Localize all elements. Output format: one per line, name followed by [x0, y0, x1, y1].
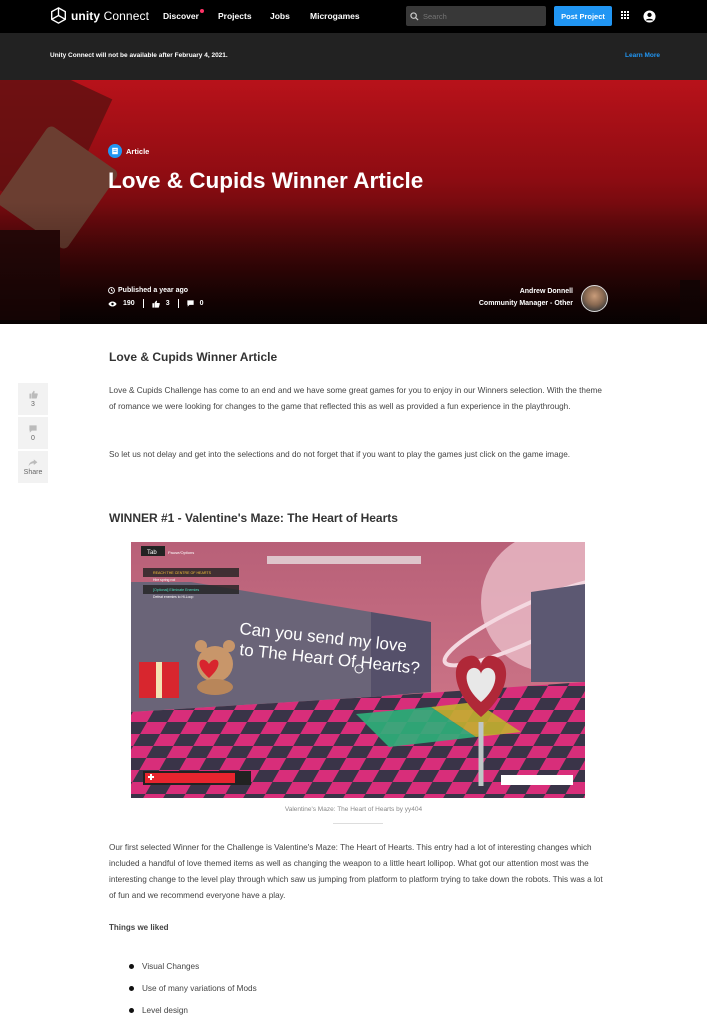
learn-more-link[interactable]: Learn More: [625, 52, 660, 59]
bullet-icon: [129, 985, 134, 991]
logo-product: Connect: [103, 8, 150, 23]
image-caption: Valentine's Maze: The Heart of Hearts by…: [284, 806, 423, 813]
caption-divider: [333, 823, 383, 824]
article-stats: 190 3 0: [108, 299, 204, 308]
objective-2-sub: Defeat enemies to Hi-Loop: [153, 595, 193, 599]
logo-brand: unity: [71, 8, 101, 23]
share-icon: [28, 458, 38, 466]
winner-description: Our first selected Winner for the Challe…: [109, 843, 603, 900]
unity-logo-icon: [51, 7, 66, 24]
objective-1: REACH THE CENTRE OF HEARTS: [153, 571, 212, 575]
comments-stat: 0: [186, 300, 204, 307]
intro-paragraph: Love & Cupids Challenge has come to an e…: [109, 386, 602, 411]
list-item: Visual Changes: [129, 955, 257, 977]
like-count: 3: [31, 401, 35, 408]
game-screenshot[interactable]: Can you send my love to The Heart Of Hea…: [131, 542, 585, 798]
announcement-text: Unity Connect will not be available afte…: [50, 52, 228, 59]
share-button[interactable]: Share: [18, 451, 48, 483]
nav-discover[interactable]: Discover: [163, 9, 204, 21]
side-actions: 3 0 Share: [18, 383, 48, 485]
comment-button[interactable]: 0: [18, 417, 48, 449]
list-item: Level design: [129, 999, 257, 1021]
winner-heading: WINNER #1 - Valentine's Maze: The Heart …: [109, 511, 398, 525]
nav-microgames[interactable]: Microgames: [310, 11, 360, 21]
published-text: Published a year ago: [118, 287, 189, 294]
likes-count: 3: [165, 300, 170, 307]
nav-projects[interactable]: Projects: [218, 11, 252, 21]
comment-count: 0: [31, 434, 35, 442]
likes-stat: 3: [152, 300, 170, 308]
things-liked-heading: Things we liked: [109, 923, 169, 932]
eye-icon: [108, 300, 117, 307]
page-title: Love & Cupids Winner Article: [108, 168, 424, 193]
author-name[interactable]: Andrew Donnell: [520, 288, 573, 295]
objective-1-sub: Hire spring rod: [153, 578, 175, 582]
apps-grid-icon[interactable]: [621, 11, 629, 19]
share-label: Share: [23, 468, 43, 476]
published-info: Published a year ago: [108, 287, 188, 294]
liked-list: Visual Changes Use of many variations of…: [129, 955, 257, 1021]
thumbs-up-icon: [152, 300, 160, 308]
comments-count: 0: [199, 300, 204, 307]
search-box[interactable]: [406, 6, 546, 26]
divider: [177, 299, 179, 308]
bullet-icon: [129, 1007, 134, 1013]
comment-icon: [29, 424, 37, 433]
tab-hint: Pause/Options: [168, 550, 194, 555]
announcement-bar: Unity Connect will not be available afte…: [0, 33, 707, 80]
objective-2: [Optional] Eliminate Enemies: [153, 588, 199, 592]
comment-icon: [186, 300, 194, 307]
notification-dot: [199, 9, 204, 13]
search-input[interactable]: [423, 11, 533, 21]
article-icon: [108, 144, 122, 158]
clock-icon: [108, 287, 115, 294]
account-icon[interactable]: [643, 10, 656, 23]
search-icon: [410, 11, 419, 21]
tab-key: Tab: [147, 550, 157, 556]
views-count: 190: [123, 300, 135, 307]
author-role: Community Manager - Other: [478, 300, 573, 307]
game-scene: Can you send my love to The Heart Of Hea…: [131, 542, 585, 798]
unity-connect-logo[interactable]: unity Connect: [50, 7, 149, 24]
bullet-icon: [129, 963, 134, 969]
list-item: Use of many variations of Mods: [129, 977, 257, 999]
post-project-button[interactable]: Post Project: [554, 6, 612, 26]
article-hero: Article Love & Cupids Winner Article Pub…: [0, 80, 707, 324]
article-badge: Article: [108, 144, 149, 158]
article-heading: Love & Cupids Winner Article: [109, 350, 278, 364]
like-button[interactable]: 3: [18, 383, 48, 415]
top-navigation: unity Connect Discover Projects Jobs Mic…: [0, 0, 707, 33]
avatar[interactable]: [581, 285, 608, 312]
intro-paragraph-2: So let us not delay and get into the sel…: [109, 450, 571, 459]
thumbs-up-icon: [28, 390, 38, 399]
badge-label: Article: [126, 146, 150, 156]
divider: [142, 299, 144, 308]
views-stat: 190: [108, 300, 135, 307]
nav-jobs[interactable]: Jobs: [270, 11, 290, 21]
